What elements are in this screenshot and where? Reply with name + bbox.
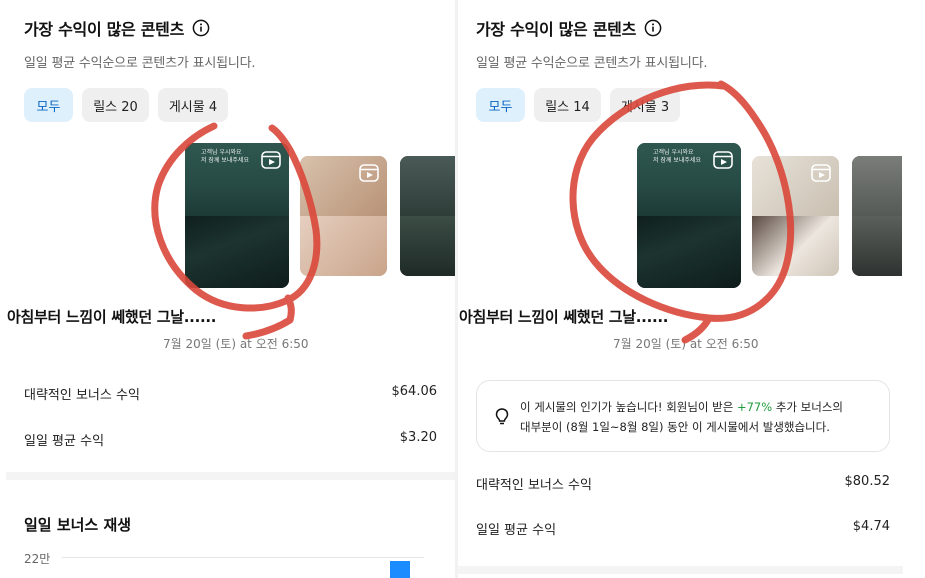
lightbulb-icon — [495, 408, 509, 425]
stat-value-bonus: $80.52 — [844, 474, 891, 489]
panel-seam — [455, 0, 458, 578]
filter-chip-posts[interactable]: 게시물 3 — [610, 88, 680, 122]
reels-icon — [359, 164, 379, 182]
stat-label-daily-avg: 일일 평균 수익 — [476, 523, 557, 538]
stat-value-daily-avg: $3.20 — [399, 430, 437, 445]
post-date: 7월 20일 (토) at 오전 6:50 — [163, 337, 309, 351]
chart-section-title: 일일 보너스 재생 — [24, 516, 132, 534]
stat-label-bonus: 대략적인 보너스 수익 — [476, 478, 592, 493]
page-title: 가장 수익이 많은 콘텐츠 — [476, 20, 637, 39]
section-divider — [6, 472, 455, 480]
red-scribble-annotation — [151, 122, 321, 340]
chart-gridline — [62, 557, 424, 558]
post-title: 아침부터 느낌이 쎄했던 그날...... — [459, 308, 669, 326]
bonus-percent: +77% — [736, 400, 773, 414]
chart-bar[interactable] — [390, 561, 410, 578]
y-axis-tick-label: 22만 — [24, 552, 51, 566]
insight-tip-card: 이 게시물의 인기가 높습니다! 회원님이 받은 +77% 추가 보너스의 대부… — [476, 380, 890, 452]
stat-value-bonus: $64.06 — [391, 384, 438, 399]
content-thumbnail-selected[interactable]: 고객님 우시와요 저 잠께 보내주세요 — [185, 143, 289, 288]
thumbnail-overlay-text: 고객님 우시와요 저 잠께 보내주세요 — [201, 149, 249, 164]
reels-icon — [811, 164, 831, 182]
filter-chip-posts[interactable]: 게시물 4 — [158, 88, 228, 122]
right-panel: 가장 수익이 많은 콘텐츠 일일 평균 수익순으로 콘텐츠가 표시됩니다. 모두… — [455, 0, 925, 578]
thumbnail-overlay-text: 고객님 우시와요 저 잠께 보내주세요 — [653, 149, 701, 164]
section-header: 가장 수익이 많은 콘텐츠 — [476, 16, 662, 40]
content-thumbnail[interactable] — [852, 156, 902, 276]
section-divider — [458, 566, 903, 574]
info-icon[interactable] — [192, 19, 210, 37]
post-date: 7월 20일 (토) at 오전 6:50 — [613, 337, 759, 351]
page-subtitle: 일일 평균 수익순으로 콘텐츠가 표시됩니다. — [476, 56, 708, 71]
content-thumbnail-selected[interactable]: 고객님 우시와요 저 잠께 보내주세요 — [637, 143, 741, 288]
reels-icon — [713, 151, 733, 169]
filter-chip-reels[interactable]: 릴스 14 — [534, 88, 601, 122]
page-title: 가장 수익이 많은 콘텐츠 — [24, 20, 185, 39]
page-subtitle: 일일 평균 수익순으로 콘텐츠가 표시됩니다. — [24, 56, 256, 71]
content-thumbnail[interactable] — [400, 156, 455, 276]
insight-tip-text: 이 게시물의 인기가 높습니다! 회원님이 받은 +77% 추가 보너스의 대부… — [520, 400, 843, 434]
stat-value-daily-avg: $4.74 — [852, 519, 890, 534]
stat-label-bonus: 대략적인 보너스 수익 — [24, 388, 140, 403]
content-thumbnail[interactable] — [300, 156, 387, 276]
section-header: 가장 수익이 많은 콘텐츠 — [24, 16, 210, 40]
filter-chip-all[interactable]: 모두 — [476, 88, 525, 122]
filter-chip-all[interactable]: 모두 — [24, 88, 73, 122]
info-icon[interactable] — [644, 19, 662, 37]
filter-chip-reels[interactable]: 릴스 20 — [82, 88, 149, 122]
stat-label-daily-avg: 일일 평균 수익 — [24, 434, 105, 449]
left-panel: 가장 수익이 많은 콘텐츠 일일 평균 수익순으로 콘텐츠가 표시됩니다. 모두… — [0, 0, 455, 578]
post-title: 아침부터 느낌이 쎄했던 그날...... — [7, 308, 217, 326]
reels-icon — [261, 151, 281, 169]
content-thumbnail[interactable] — [752, 156, 839, 276]
